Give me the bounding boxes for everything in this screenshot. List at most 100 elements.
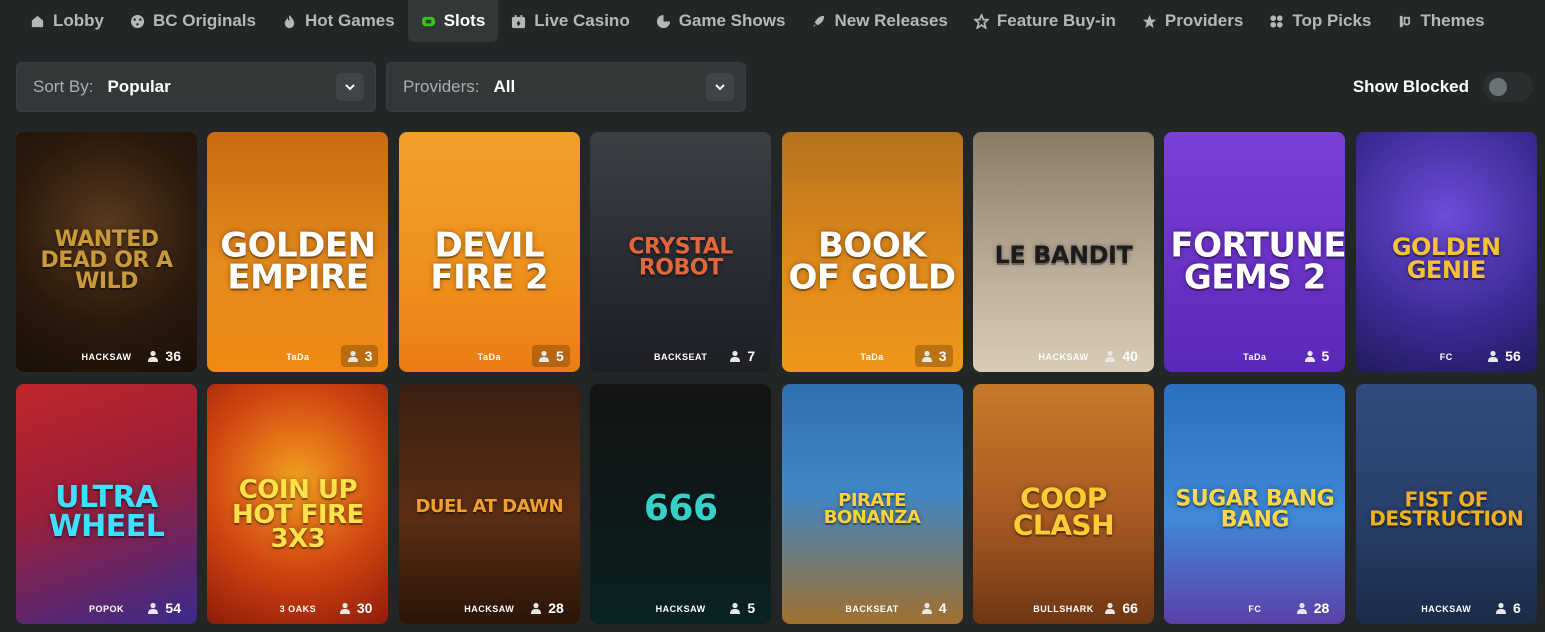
nav-item-feature-buy-in[interactable]: Feature Buy-in [961,0,1129,42]
game-shows-icon [656,14,670,28]
player-count-value: 3 [938,348,947,364]
nav-item-new-releases[interactable]: New Releases [798,0,960,42]
provider-logo: TaDa [860,352,884,362]
user-icon [538,350,549,362]
slots-icon [421,16,435,26]
game-title: BOOK OF GOLD [788,225,956,298]
game-card[interactable]: FORTUNE GEMS 2 TaDa 5 [1164,132,1346,372]
nav-item-themes[interactable]: Themes [1384,0,1497,42]
player-count-value: 54 [165,600,181,616]
user-icon [921,350,932,362]
game-title: COIN UP HOT FIRE 3x3 [231,475,364,555]
nav-item-top-picks[interactable]: Top Picks [1256,0,1384,42]
game-card[interactable]: COOP CLASH BULLSHARK 66 [972,384,1154,624]
player-count: 30 [333,597,379,619]
game-card[interactable]: 666 HACKSAW 5 [590,384,772,624]
player-count-value: 6 [1512,600,1521,616]
player-count-value: 5 [555,348,564,364]
game-card-footer: FC 28 [1164,592,1345,624]
user-icon [531,602,542,614]
nav-item-hot-games[interactable]: Hot Games [269,0,408,42]
originals-icon [130,14,145,28]
provider-logo: TaDa [477,352,501,362]
providers-value: All [493,77,516,96]
game-title: FORTUNE GEMS 2 [1170,225,1346,298]
nav-item-bc-originals[interactable]: BC Originals [117,0,269,42]
game-card[interactable]: SUGAR BANG BANG FC 28 [1164,384,1346,624]
nav-label: New Releases [834,11,948,30]
game-card[interactable]: BOOK OF GOLD TaDa 3 [781,132,963,372]
game-card-footer: BACKSEAT 4 [782,592,963,624]
show-blocked-label: Show Blocked [1352,77,1469,96]
game-title: LE BANDIT [994,241,1133,270]
game-card[interactable]: PIRATE BONANZA BACKSEAT 4 [781,384,963,624]
game-card[interactable]: CRYSTAL ROBOT BACKSEAT 7 [590,132,772,372]
sort-by-label: Sort By: [33,77,94,96]
player-count: 36 [141,345,187,367]
game-card-footer: HACKSAW 6 [1356,592,1537,624]
game-card[interactable]: DEVIL FIRE 2 TaDa 5 [398,132,580,372]
nav-label: Lobby [53,11,104,30]
player-count-value: 4 [938,600,947,616]
player-count: 40 [1098,345,1144,367]
game-card-footer: HACKSAW 28 [399,592,580,624]
player-count: 5 [1298,345,1336,367]
nav-label: Providers [1164,11,1244,30]
player-count-value: 28 [1313,600,1330,616]
user-icon [1105,350,1116,362]
game-card[interactable]: DUEL AT DAWN HACKSAW 28 [398,384,580,624]
player-count: 28 [1290,597,1336,619]
game-title: COOP CLASH [1012,481,1115,541]
provider-logo: BULLSHARK [1033,604,1094,614]
game-card[interactable]: FIST OF DESTRUCTION HACKSAW 6 [1355,384,1537,624]
game-title: DUEL AT DAWN [415,496,564,518]
game-title: ULTRA WHEEL [48,480,165,544]
game-title: GOLDEN GENIE [1391,233,1501,284]
player-count-value: 7 [747,348,756,364]
game-card[interactable]: WANTED DEAD OR A WILD HACKSAW 36 [16,132,197,372]
nav-label: Hot Games [304,11,395,30]
chevron-down-icon [706,73,734,101]
nav-item-providers[interactable]: Providers [1129,0,1256,42]
player-count: 7 [723,345,761,367]
nav-item-game-shows[interactable]: Game Shows [643,0,799,42]
game-title: CRYSTAL ROBOT [628,234,733,281]
nav-label: Feature Buy-in [996,11,1116,30]
providers-select[interactable]: Providers: All [386,62,746,112]
themes-icon [1400,15,1411,27]
game-title: WANTED DEAD OR A WILD [40,227,173,294]
player-count: 4 [915,597,953,619]
nav-label: Themes [1420,11,1485,30]
provider-logo: HACKSAW [81,352,132,362]
nav-item-slots[interactable]: Slots [407,0,499,42]
player-count-value: 28 [548,600,564,616]
show-blocked-toggle[interactable] [1483,72,1533,102]
provider-logo: HACKSAW [1038,352,1089,362]
sort-by-select[interactable]: Sort By: Popular [16,62,376,112]
nav-label: BC Originals [153,11,256,30]
provider-logo: FC [1248,604,1262,614]
game-card[interactable]: COIN UP HOT FIRE 3x3 3 OAKS 30 [207,384,389,624]
game-card[interactable]: LE BANDIT HACKSAW 40 [972,132,1154,372]
game-card[interactable]: GOLDEN EMPIRE TaDa 3 [207,132,389,372]
game-card[interactable]: GOLDEN GENIE FC 56 [1355,132,1537,372]
user-icon [148,602,159,614]
nav-item-lobby[interactable]: Lobby [16,0,117,42]
provider-logo: HACKSAW [1421,604,1472,614]
player-count-value: 36 [165,348,181,364]
game-card[interactable]: ULTRA WHEEL POPOK 54 [16,384,197,624]
player-count-value: 5 [747,600,756,616]
nav-label: Slots [443,11,486,30]
toggle-knob [1489,78,1507,96]
user-icon [921,602,932,614]
player-count: 5 [531,345,570,367]
nav-label: Game Shows [678,11,786,30]
show-blocked-control: Show Blocked [1353,72,1533,102]
nav-item-live-casino[interactable]: Live Casino [498,0,642,42]
game-card-footer: FC 56 [1356,340,1537,372]
user-icon [339,602,350,614]
player-count: 3 [914,345,953,367]
player-count: 54 [141,597,187,619]
game-card-footer: TaDa 5 [1164,340,1345,372]
category-nav: Lobby BC Originals Hot Games Slots Live … [16,0,1498,42]
